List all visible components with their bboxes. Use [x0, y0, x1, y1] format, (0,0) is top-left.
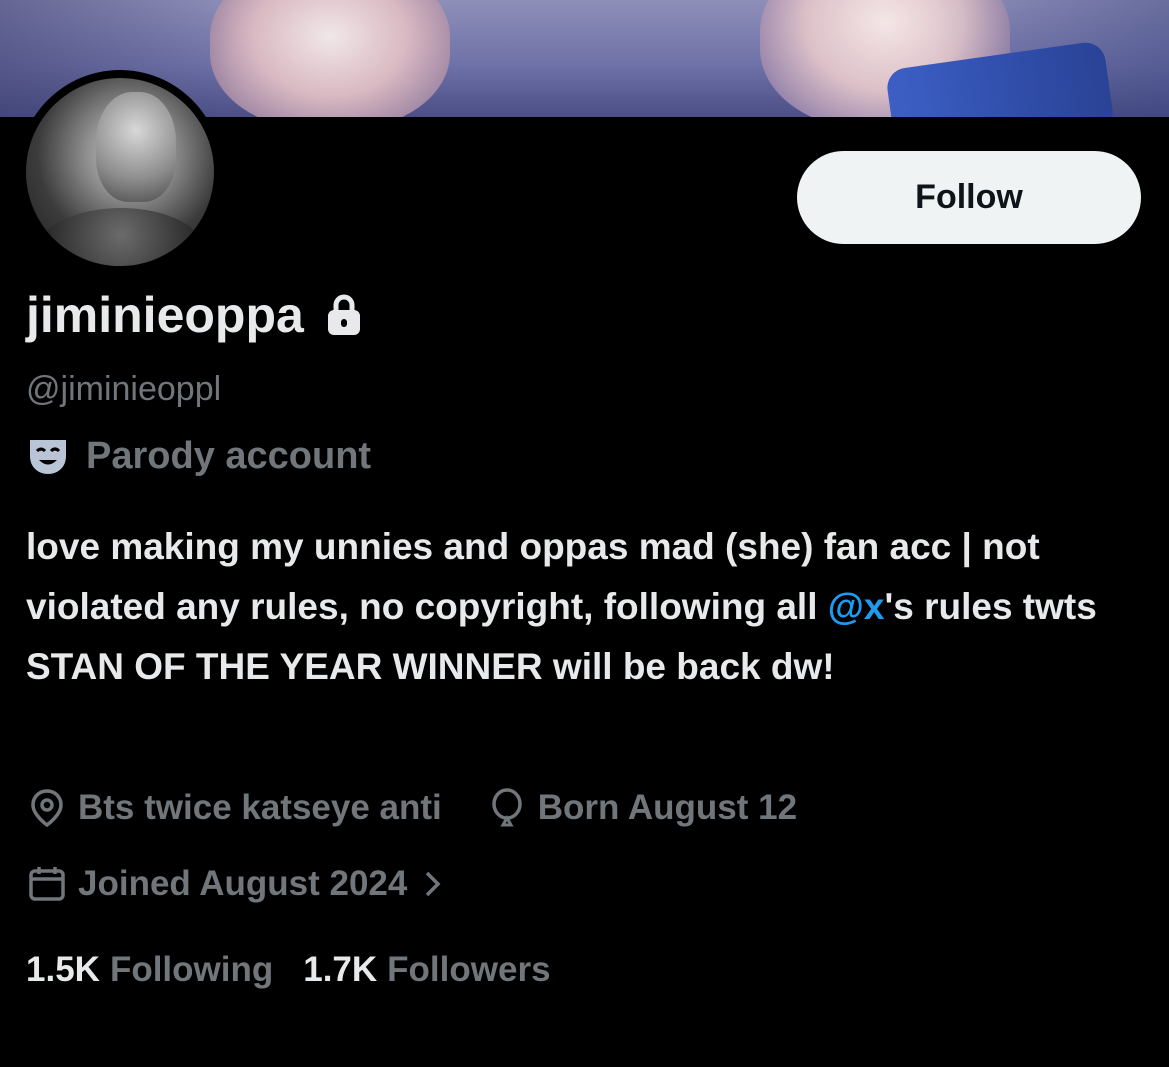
parody-text: Parody account	[86, 435, 372, 477]
lock-icon	[327, 294, 360, 335]
balloon-icon	[492, 788, 522, 827]
location-text: Bts twice katseye anti	[78, 788, 442, 827]
avatar[interactable]	[18, 70, 222, 274]
display-name-row: jiminieoppa	[26, 282, 364, 348]
following-count: 1.5K	[26, 950, 100, 989]
birthday-text: Born August 12	[537, 788, 798, 827]
avatar-image	[26, 78, 214, 266]
parody-label: Parody account	[26, 432, 371, 480]
joined-item[interactable]: Joined August 2024	[26, 860, 443, 908]
user-handle: @jiminieoppl	[26, 370, 222, 408]
calendar-icon	[29, 867, 65, 901]
follow-button[interactable]: Follow	[797, 151, 1141, 244]
theater-mask-icon	[30, 440, 66, 474]
birthday-item: Born August 12	[486, 784, 797, 832]
following-label: Following	[109, 950, 274, 989]
joined-row[interactable]: Joined August 2024	[26, 860, 443, 908]
location-item: Bts twice katseye anti	[26, 784, 442, 832]
followers-count: 1.7K	[303, 950, 378, 989]
profile-meta-row: Bts twice katseye anti Born August 12	[26, 784, 841, 832]
location-pin-icon	[31, 789, 63, 828]
chevron-right-icon[interactable]	[423, 869, 443, 899]
bio: love making my unnies and oppas mad (she…	[26, 517, 1136, 697]
following-link[interactable]: 1.5K Following	[26, 946, 273, 994]
follow-stats: 1.5K Following 1.7K Followers	[26, 946, 551, 994]
joined-text: Joined August 2024	[78, 864, 408, 903]
followers-link[interactable]: 1.7K Followers	[303, 946, 550, 994]
display-name: jiminieoppa	[26, 287, 304, 343]
followers-label: Followers	[387, 950, 551, 989]
mention-link[interactable]: @x	[828, 586, 885, 627]
